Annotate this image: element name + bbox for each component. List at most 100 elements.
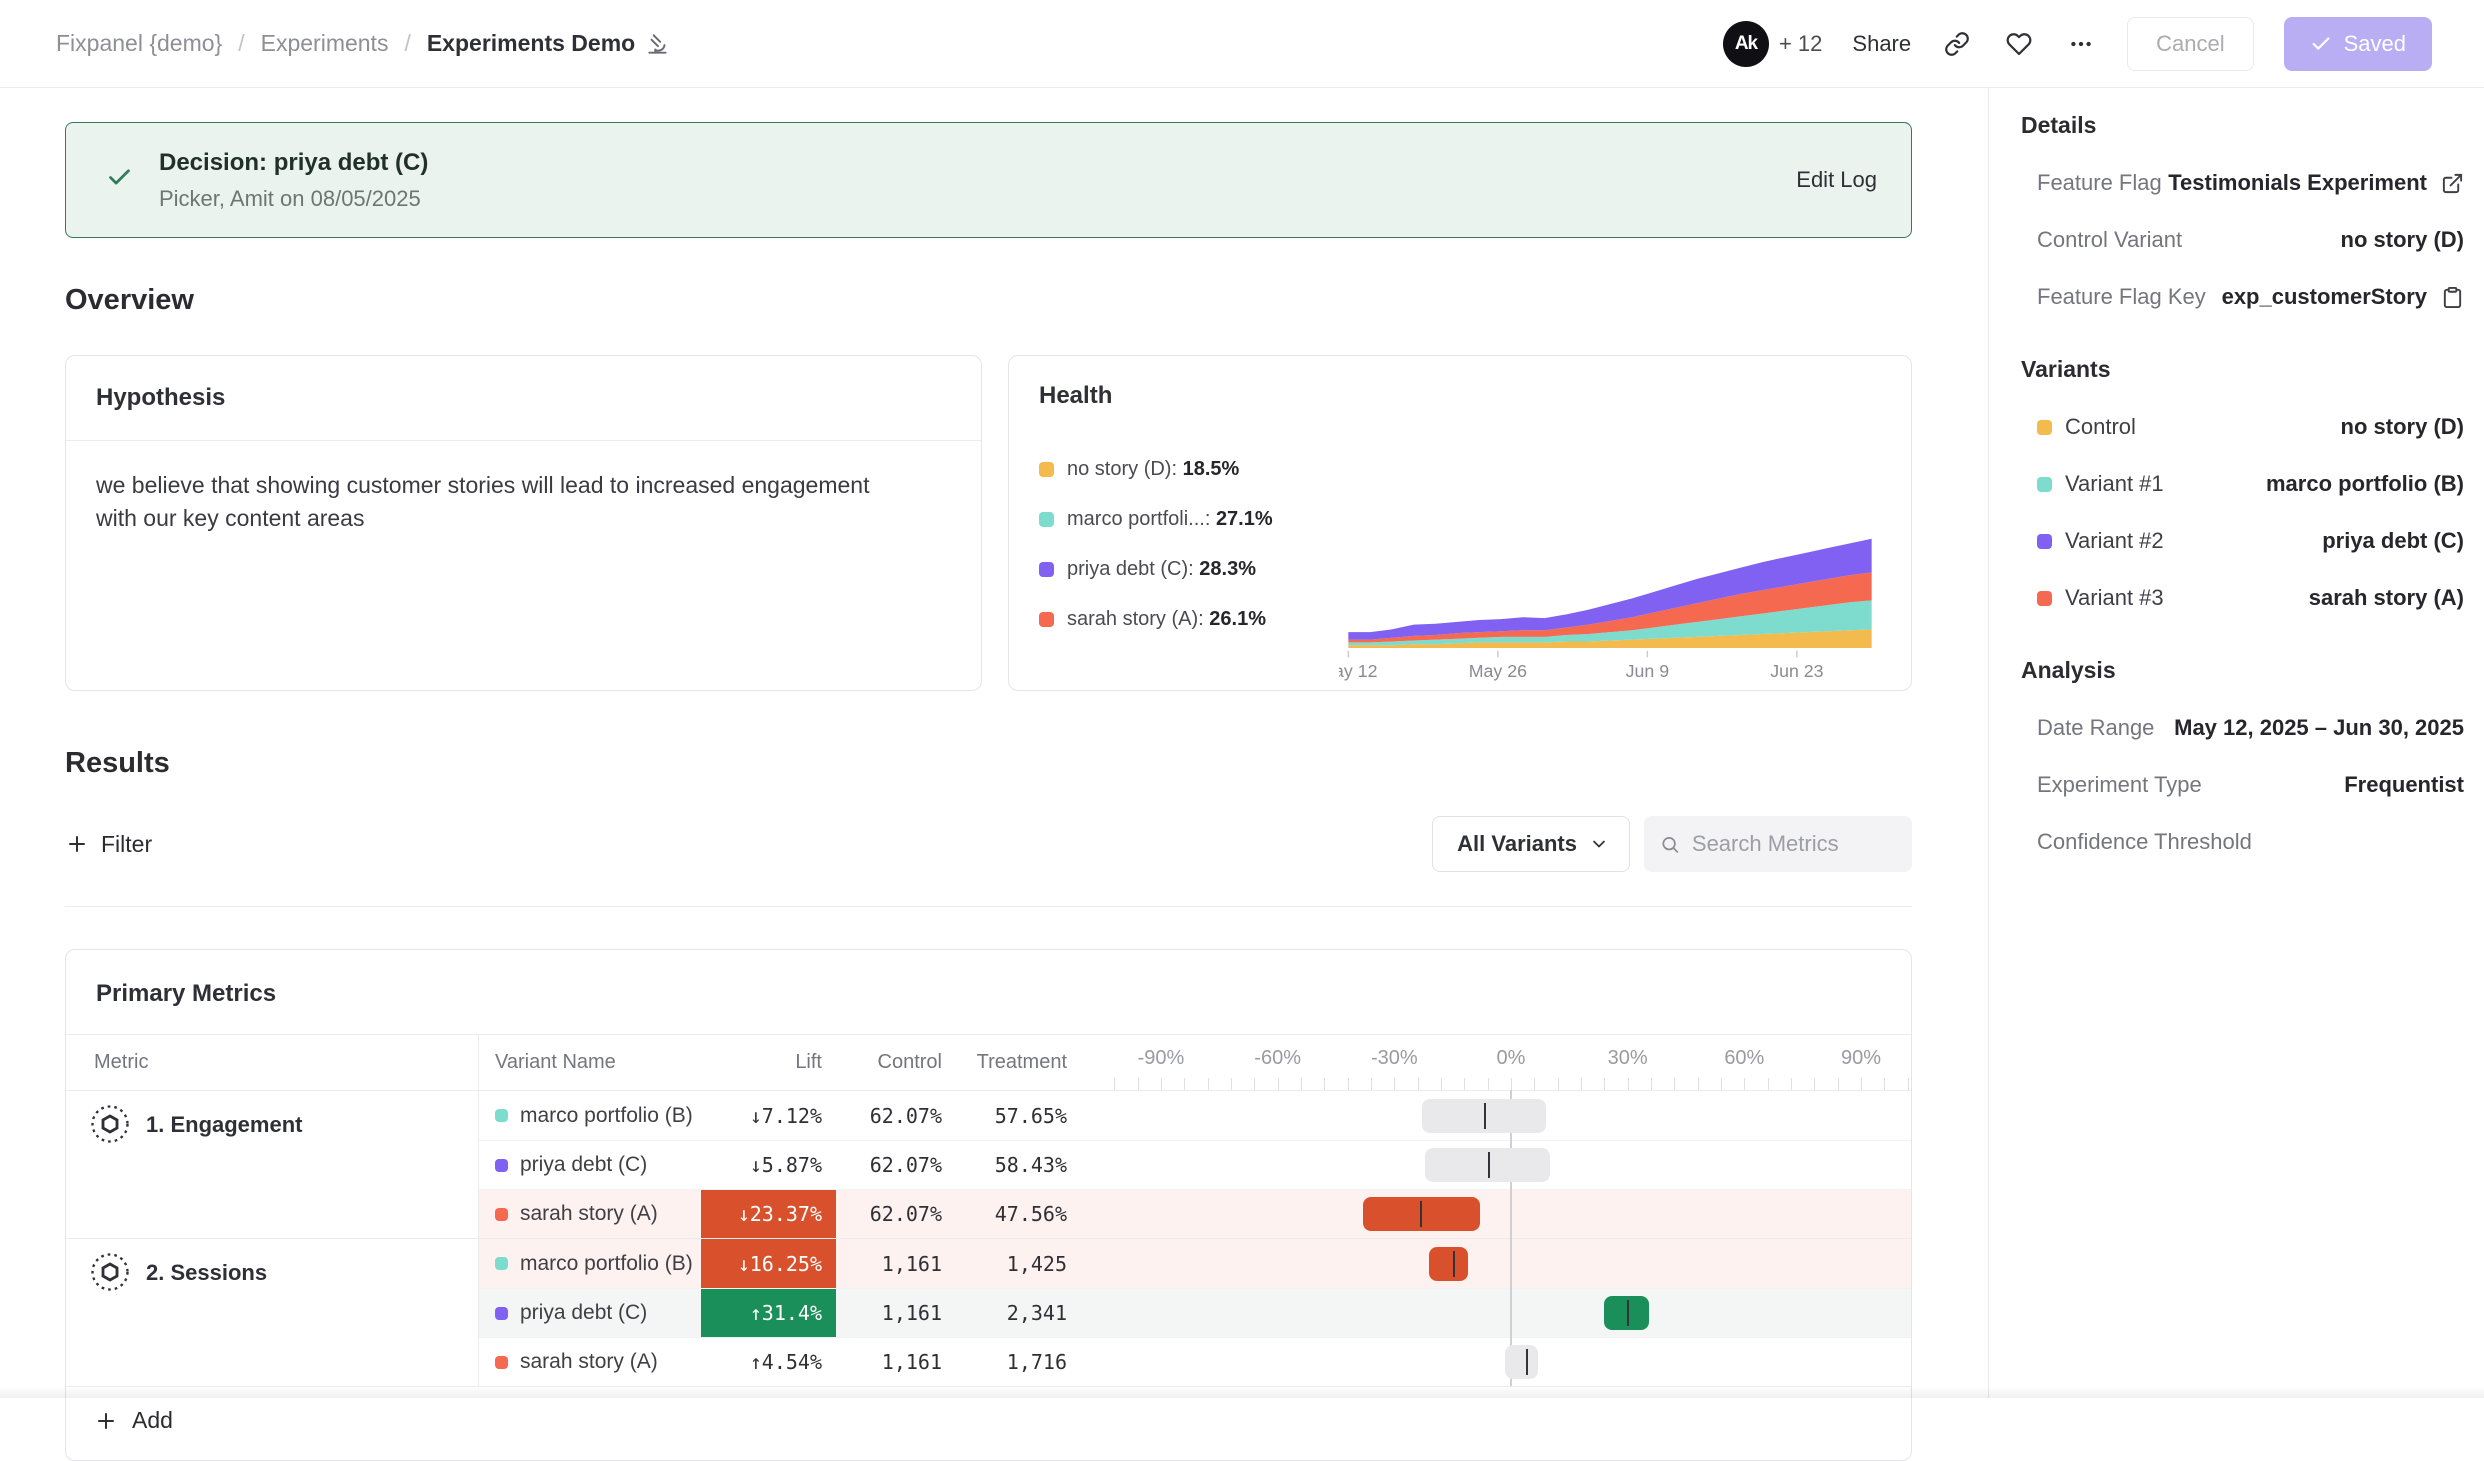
lift-value-highlight: ↑31.4%	[701, 1289, 836, 1337]
variant-cell: priya debt (C)	[479, 1141, 701, 1189]
metric-group: 2. Sessions marco portfolio (B)↓16.25%1,1…	[66, 1238, 1911, 1386]
x-axis-label: May 12	[1339, 661, 1377, 681]
zero-axis-line	[1510, 1090, 1512, 1386]
details-title: Details	[2021, 112, 2464, 139]
add-filter-button[interactable]: Filter	[65, 831, 152, 858]
collaborator-count[interactable]: + 12	[1779, 31, 1822, 57]
table-row[interactable]: marco portfolio (B)↓7.12%62.07%57.65%	[479, 1091, 1911, 1140]
table-header: Metric Variant Name Lift Control Treatme…	[66, 1034, 1911, 1090]
axis-tick	[1138, 1078, 1139, 1090]
legend-item[interactable]: marco portfoli...: 27.1%	[1039, 508, 1339, 531]
hypothesis-body: we believe that showing customer stories…	[66, 441, 946, 562]
confidence-interval-cell	[1081, 1239, 1911, 1288]
axis-tick	[1908, 1078, 1909, 1090]
axis-tick	[1184, 1078, 1185, 1090]
variants-section: Variants Controlno story (D)Variant #1ma…	[2021, 356, 2464, 611]
treatment-value: 2,341	[1007, 1301, 1067, 1325]
more-options-icon[interactable]	[2065, 28, 2097, 60]
table-row[interactable]: sarah story (A)↓23.37%62.07%47.56%	[479, 1189, 1911, 1238]
axis-tick	[1371, 1078, 1372, 1090]
legend-swatch-icon	[1039, 512, 1054, 527]
favorite-heart-icon[interactable]	[2003, 28, 2035, 60]
control-cell: 1,161	[836, 1239, 956, 1288]
column-header-metric: Metric	[66, 1035, 479, 1090]
axis-tick	[1768, 1078, 1769, 1090]
avatar[interactable]: Ak	[1723, 21, 1769, 67]
analysis-value: May 12, 2025 – Jun 30, 2025	[2174, 715, 2464, 741]
breadcrumb-experiments[interactable]: Experiments	[261, 30, 389, 57]
health-chart: May 12May 26Jun 9Jun 23	[1339, 410, 1881, 684]
control-value: 1,161	[882, 1350, 942, 1374]
detail-value[interactable]: exp_customerStory	[2222, 284, 2464, 310]
health-content: no story (D): 18.5% marco portfoli...: 27…	[1039, 410, 1881, 684]
legend-swatch-icon	[1039, 612, 1054, 627]
hypothesis-card: Hypothesis we believe that showing custo…	[65, 355, 982, 691]
lift-cell: ↓23.37%	[701, 1190, 836, 1238]
legend-item[interactable]: priya debt (C): 28.3%	[1039, 558, 1339, 581]
copy-link-icon[interactable]	[1941, 28, 1973, 60]
table-row[interactable]: marco portfolio (B)↓16.25%1,1611,425	[479, 1239, 1911, 1288]
point-estimate-marker	[1627, 1300, 1629, 1326]
cancel-button[interactable]: Cancel	[2127, 17, 2253, 71]
metric-cell[interactable]: 1. Engagement	[66, 1091, 479, 1238]
table-row[interactable]: priya debt (C)↑31.4%1,1612,341	[479, 1288, 1911, 1337]
saved-button[interactable]: Saved	[2284, 17, 2432, 71]
metric-name: 2. Sessions	[146, 1252, 267, 1286]
section-divider	[65, 906, 1912, 907]
legend-item[interactable]: no story (D): 18.5%	[1039, 458, 1339, 481]
search-metrics-input[interactable]	[1692, 831, 1896, 857]
pm-body: 1. Engagement marco portfolio (B) ↓7.12% 62…	[66, 1090, 1911, 1386]
x-axis-label: Jun 23	[1770, 661, 1823, 681]
axis-tick	[1254, 1078, 1255, 1090]
analysis-section: Analysis Date RangeMay 12, 2025 – Jun 30…	[2021, 657, 2464, 855]
axis-tick	[1581, 1078, 1582, 1090]
variant-name: priya debt (C)	[520, 1153, 647, 1177]
variant-name: marco portfolio (B)	[520, 1104, 693, 1128]
axis-tick	[1651, 1078, 1652, 1090]
external-link-icon[interactable]	[2441, 172, 2464, 195]
treatment-value: 58.43%	[995, 1153, 1067, 1177]
lift-value: ↑4.54%	[750, 1350, 822, 1374]
main-content: Decision: priya debt (C) Picker, Amit on…	[0, 88, 1988, 1398]
axis-label: -60%	[1254, 1047, 1301, 1070]
variant-label: Variant #3	[2037, 585, 2309, 611]
details-section: Details Feature FlagTestimonials Experim…	[2021, 112, 2464, 310]
chevron-down-icon	[1589, 834, 1609, 854]
detail-value-text: exp_customerStory	[2222, 284, 2427, 310]
copy-icon[interactable]	[2441, 286, 2464, 309]
breadcrumb-project[interactable]: Fixpanel {demo}	[56, 30, 222, 57]
overview-heading: Overview	[65, 284, 1912, 317]
share-button[interactable]: Share	[1852, 31, 1911, 57]
breadcrumb: Fixpanel {demo} / Experiments / Experime…	[56, 30, 671, 57]
lift-value: ↓7.12%	[750, 1104, 822, 1128]
table-row[interactable]: sarah story (A)↑4.54%1,1611,716	[479, 1337, 1911, 1386]
legend-item[interactable]: sarah story (A): 26.1%	[1039, 608, 1339, 631]
column-header-variant: Variant Name	[479, 1035, 701, 1090]
edit-log-button[interactable]: Edit Log	[1796, 167, 1877, 193]
all-variants-dropdown[interactable]: All Variants	[1432, 816, 1630, 872]
axis-tick	[1884, 1078, 1885, 1090]
all-variants-label: All Variants	[1457, 831, 1577, 857]
search-icon	[1660, 833, 1680, 856]
table-row[interactable]: priya debt (C)↓5.87%62.07%58.43%	[479, 1140, 1911, 1189]
axis-tick	[1418, 1078, 1419, 1090]
confidence-interval-bar	[1505, 1345, 1538, 1379]
detail-label: Feature Flag	[2037, 170, 2168, 196]
add-metric-button[interactable]: Add	[66, 1386, 1911, 1460]
results-heading: Results	[65, 747, 1912, 780]
metric-name: 1. Engagement	[146, 1104, 302, 1138]
metric-cell[interactable]: 2. Sessions	[66, 1239, 479, 1386]
axis-tick	[1301, 1078, 1302, 1090]
breadcrumb-separator: /	[404, 30, 410, 57]
variant-cell: marco portfolio (B)	[479, 1239, 701, 1288]
legend-label: no story (D): 18.5%	[1067, 458, 1239, 481]
control-cell: 62.07%	[836, 1091, 956, 1140]
variant-name: marco portfolio (B)	[520, 1252, 693, 1276]
health-legend: no story (D): 18.5% marco portfoli...: 27…	[1039, 410, 1339, 684]
treatment-cell: 1,716	[956, 1338, 1081, 1386]
decision-title: Decision: priya debt (C)	[159, 149, 1796, 177]
point-estimate-marker	[1488, 1152, 1490, 1178]
detail-value[interactable]: Testimonials Experiment	[2168, 170, 2464, 196]
variant-label: Control	[2037, 414, 2341, 440]
details-sidebar: Details Feature FlagTestimonials Experim…	[1988, 88, 2484, 1398]
